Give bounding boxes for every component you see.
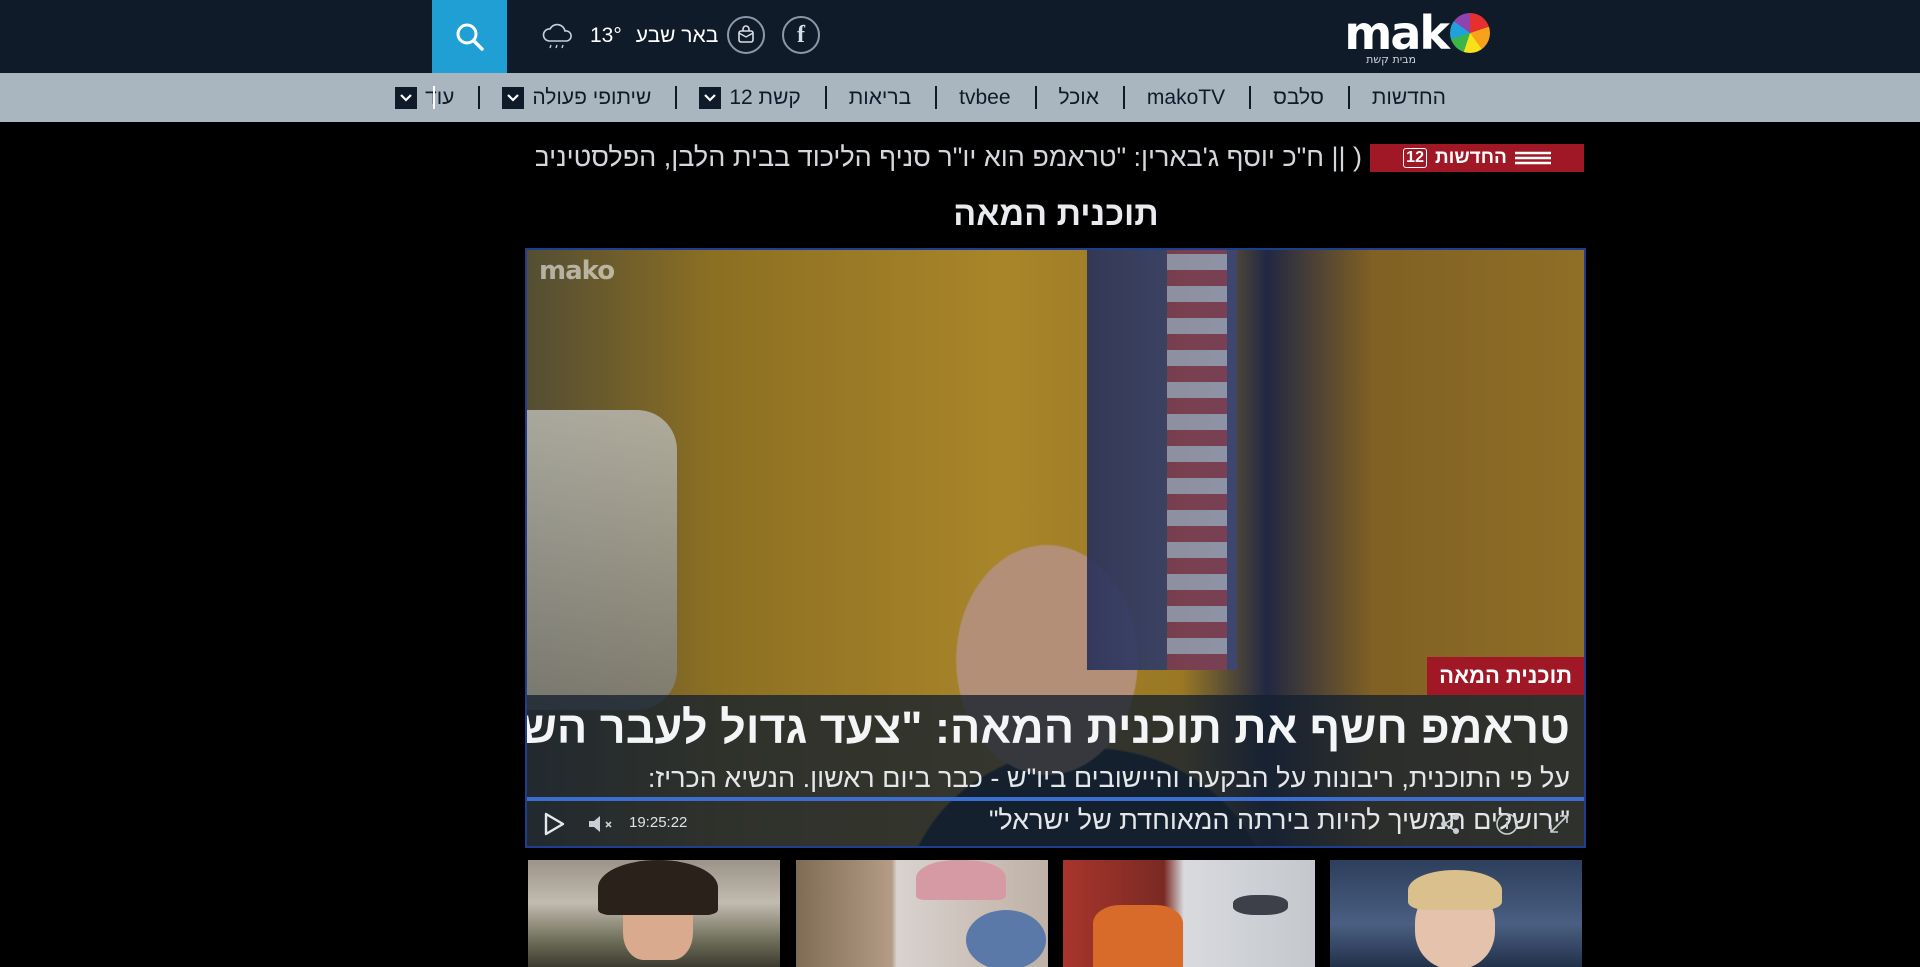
info-button[interactable] — [1495, 812, 1519, 836]
play-icon — [544, 812, 565, 836]
nav-item-news[interactable]: החדשות — [1347, 73, 1470, 122]
top-bar: makomak מבית קשת f באר שבע 13° — [0, 0, 1920, 73]
nav-label: סלבס — [1273, 85, 1324, 109]
nav-label: שיתופי פעולה — [532, 85, 652, 109]
mail-bag-button[interactable] — [727, 16, 765, 54]
thumbnail-celebrities[interactable] — [1063, 860, 1315, 967]
chevron-down-icon — [699, 86, 722, 109]
nav-label: בריאות — [848, 85, 912, 109]
nav-item-celebs[interactable]: סלבס — [1249, 73, 1348, 122]
logo-subtitle: מבית קשת — [1366, 53, 1416, 66]
nav-label: עוד — [425, 85, 455, 109]
section-title[interactable]: תוכנית המאה — [0, 195, 1920, 234]
weather-temperature: 13° — [590, 24, 622, 47]
thumbnail-figure-hat-blue — [966, 910, 1046, 967]
weather-widget[interactable]: באר שבע 13° — [540, 18, 718, 54]
expand-icon — [1550, 815, 1568, 833]
facebook-button[interactable]: f — [782, 16, 820, 54]
thumbnail-figure-hair — [598, 860, 718, 915]
facebook-icon: f — [797, 21, 805, 48]
nav-label: קשת 12 — [729, 85, 801, 109]
menu-lines-icon — [1514, 151, 1551, 165]
video-watermark: mako — [539, 256, 615, 286]
ticker-badge[interactable]: החדשות 12 — [1370, 144, 1584, 172]
nav-item-makotv[interactable]: makoTV — [1122, 73, 1249, 122]
video-headline[interactable]: טראמפ חשף את תוכנית המאה: "צעד גדול לעבר… — [527, 702, 1570, 754]
nav-item-more[interactable]: עוד — [371, 73, 478, 122]
nav-label: tvbee — [959, 85, 1011, 109]
nav-item-tvbee[interactable]: tvbee — [935, 73, 1034, 122]
info-icon — [1496, 813, 1518, 835]
mail-bag-icon — [738, 25, 754, 43]
chevron-down-icon — [502, 86, 525, 109]
ticker-badge-number: 12 — [1403, 148, 1427, 168]
thumbnail-helicopter — [1233, 895, 1288, 915]
nav-list: החדשות סלבס makoTV אוכל tvbee בריאות קשת… — [371, 73, 1470, 122]
cloud-rain-icon — [542, 23, 572, 49]
nav-item-health[interactable]: בריאות — [824, 73, 935, 122]
nav-label: אוכל — [1058, 85, 1099, 109]
thumbnail-figure-hat — [916, 860, 1006, 900]
mako-logo[interactable]: makomak מבית קשת — [1335, 6, 1490, 66]
search-button[interactable] — [432, 0, 507, 73]
video-frame-object — [527, 410, 677, 710]
ticker-text[interactable]: ( || ח"כ יוסף ג'בארין: "טראמפ הוא יו"ר ס… — [536, 141, 1362, 173]
logo-wordmark: makomak — [1344, 8, 1490, 58]
thumbnail-presenter[interactable] — [1330, 860, 1582, 967]
nav-label: החדשות — [1371, 85, 1446, 109]
news-ticker[interactable]: ( || ח"כ יוסף ג'בארין: "טראמפ הוא יו"ר ס… — [536, 141, 1584, 173]
share-button[interactable] — [1438, 812, 1462, 836]
search-icon — [456, 23, 484, 51]
timecode: 19:25:22 — [629, 814, 688, 831]
related-thumbnails — [528, 860, 1584, 967]
nav-label: makoTV — [1146, 85, 1226, 109]
nav-item-partnerships[interactable]: שיתופי פעולה — [478, 73, 675, 122]
category-tag[interactable]: תוכנית המאה — [1427, 657, 1584, 695]
main-nav: החדשות סלבס makoTV אוכל tvbee בריאות קשת… — [0, 73, 1920, 122]
play-button[interactable] — [541, 811, 567, 837]
video-player[interactable]: mako תוכנית המאה טראמפ חשף את תוכנית המא… — [525, 248, 1586, 848]
thumbnail-family[interactable] — [796, 860, 1048, 967]
player-controls: 19:25:22 — [527, 801, 1584, 846]
nav-item-food[interactable]: אוכל — [1034, 73, 1123, 122]
mute-button[interactable] — [587, 813, 617, 835]
share-icon — [1441, 814, 1459, 834]
nav-divider — [433, 86, 435, 109]
chevron-down-icon — [395, 86, 418, 109]
speaker-muted-icon — [589, 816, 612, 832]
video-frame-flag-stripes — [1167, 250, 1227, 670]
weather-city: באר שבע — [635, 24, 719, 47]
thumbnail-figure-hair — [1408, 870, 1502, 910]
fullscreen-button[interactable] — [1547, 812, 1571, 836]
nav-item-keshet12[interactable]: קשת 12 — [675, 73, 824, 122]
ticker-badge-label: החדשות — [1434, 147, 1507, 168]
thumbnail-fashion[interactable] — [528, 860, 780, 967]
thumbnail-figure-jacket — [1093, 905, 1183, 967]
